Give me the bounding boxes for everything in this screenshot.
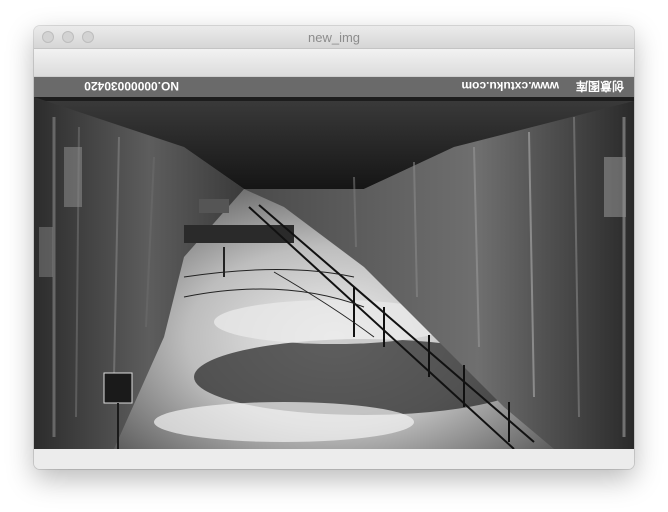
window-title: new_img [307, 30, 361, 45]
toolbar [34, 49, 634, 77]
ceiling-edge [34, 97, 634, 101]
image-canvas: 创意图库 www.cxtuku.com NO.00000030420 [34, 77, 634, 449]
image-viewer-window: new_img 创意图库 www.cxtuku.com NO.000000304… [34, 26, 634, 469]
watermark-site: www.cxtuku.com [461, 79, 560, 93]
watermark-id: NO.00000030420 [84, 79, 179, 93]
status-footer [34, 449, 634, 469]
tunnel-photo: 创意图库 www.cxtuku.com NO.00000030420 [34, 77, 634, 449]
distant-sign [199, 199, 229, 213]
title-bar: new_img [34, 26, 634, 49]
watermark-brand: 创意图库 [576, 79, 625, 94]
light-cloud-2 [154, 402, 414, 442]
